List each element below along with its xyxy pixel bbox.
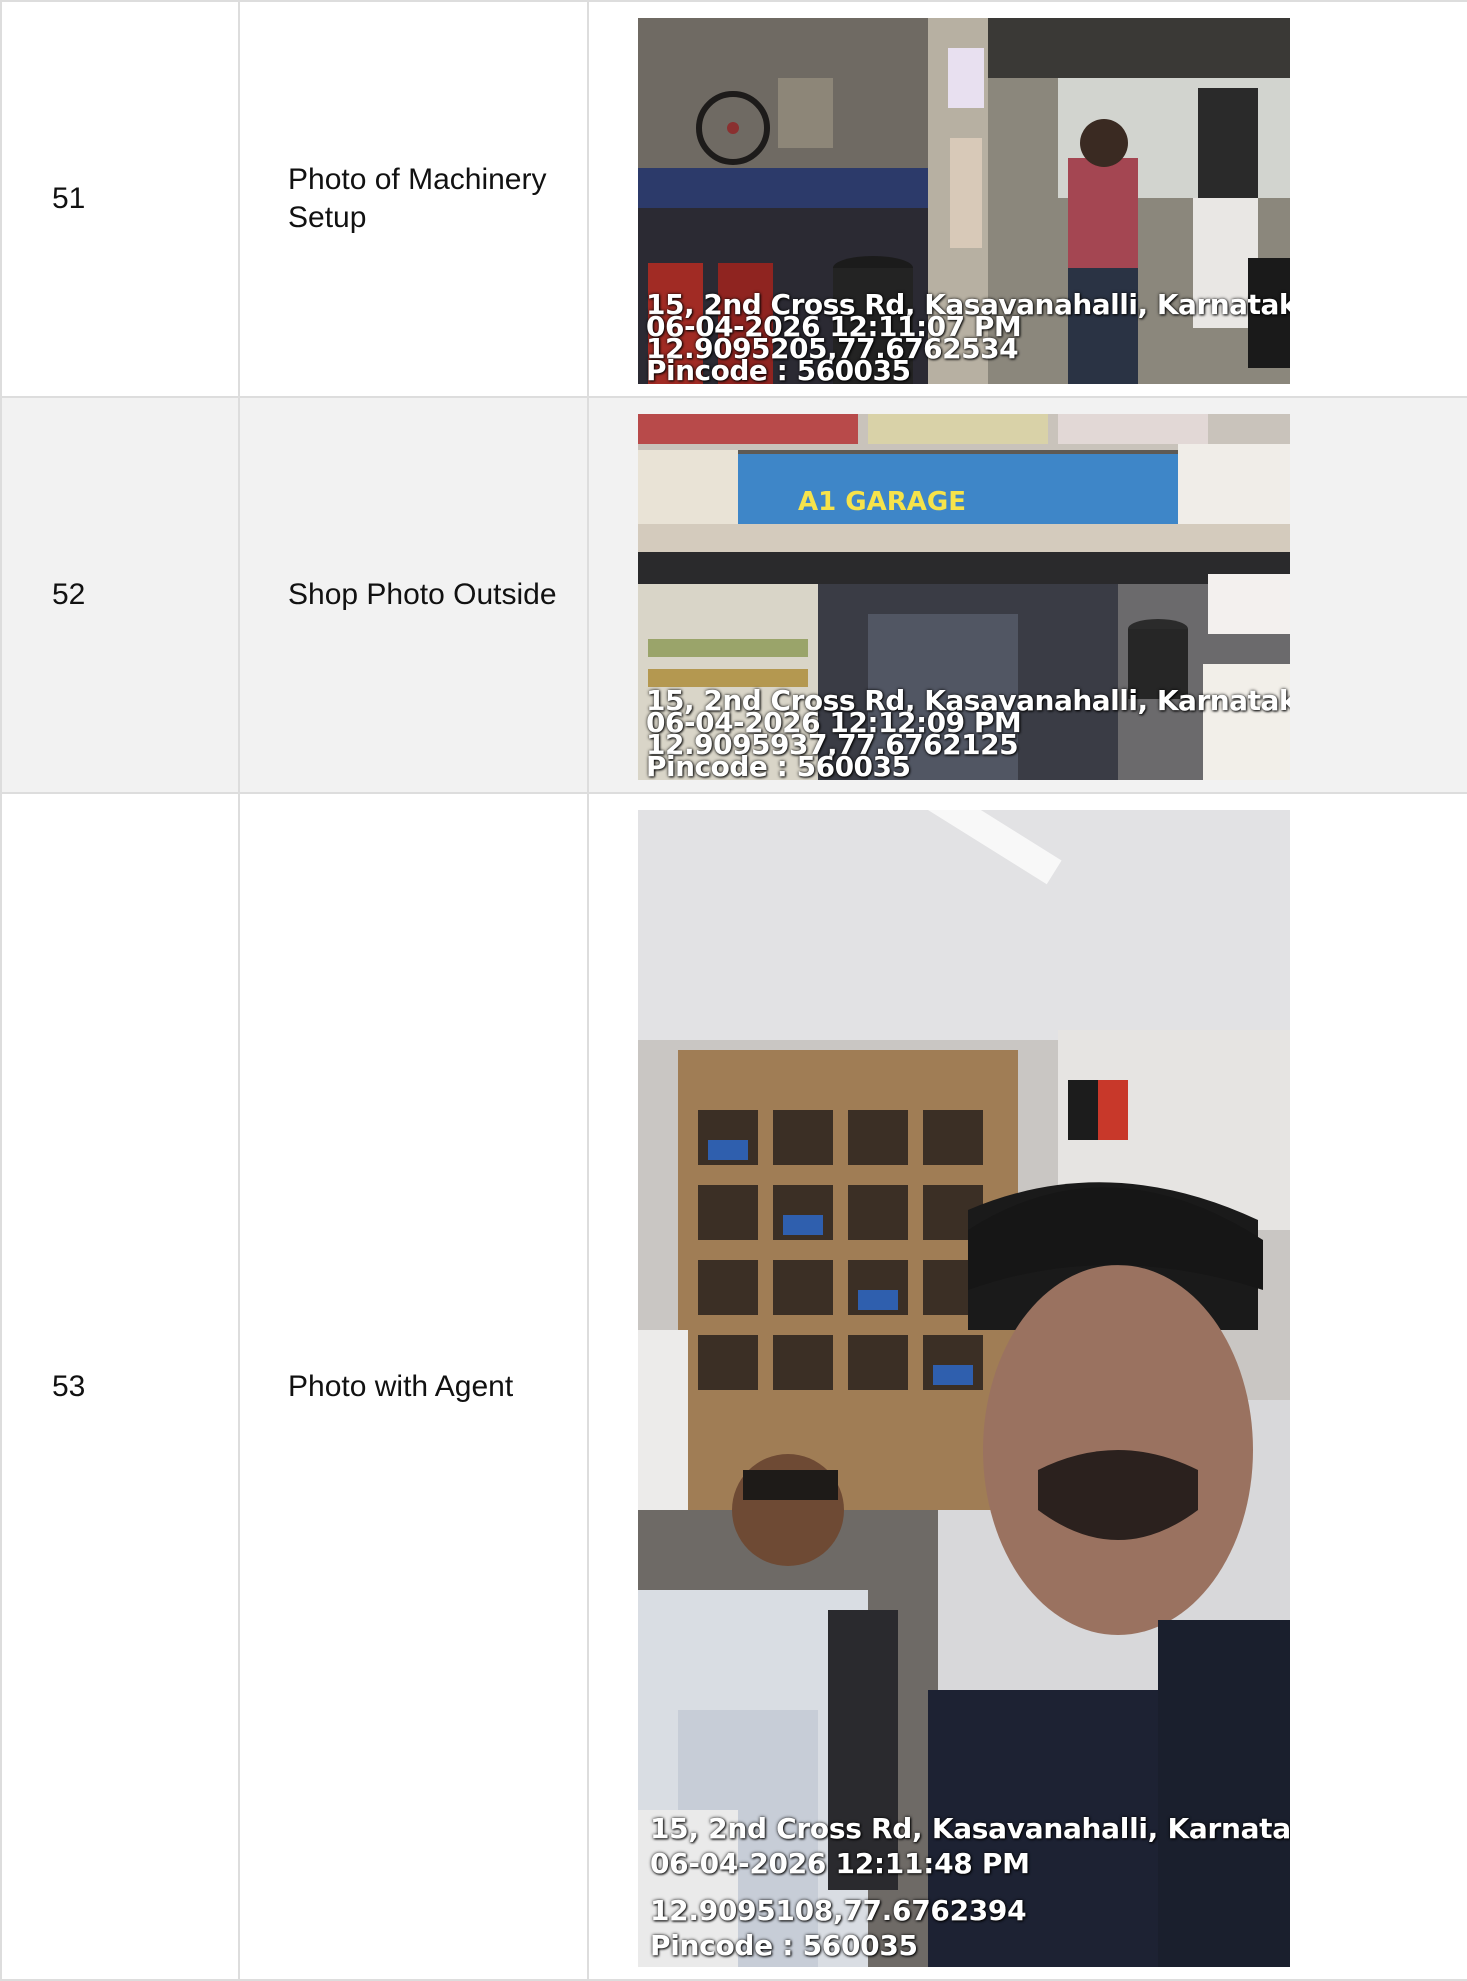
photo-cell: 15, 2nd Cross Rd, Kasavanahalli, Karnata… — [587, 0, 1467, 398]
row-label: Photo of Machinery Setup — [238, 0, 589, 398]
agent-selfie-scene — [638, 810, 1290, 1967]
row-number: 52 — [0, 396, 240, 794]
photo-cell: 15, 2nd Cross Rd, Kasavanahalli, Karnata… — [587, 792, 1467, 1981]
photo-cell: A1 GARAGE 15, 2nd Cross Rd, Kasavanahall… — [587, 396, 1467, 794]
geotag-overlay: 15, 2nd Cross Rd, Kasavanahalli, Karnata… — [646, 291, 1290, 385]
geotag-timestamp: 06-04-2026 12:11:48 PM — [650, 1847, 1030, 1880]
table-row: 52 Shop Photo Outside A1 GARAGE 15, 2nd … — [0, 396, 1467, 794]
shop-outside-photo: A1 GARAGE 15, 2nd Cross Rd, Kasavanahall… — [638, 414, 1290, 780]
photo-table: 51 Photo of Machinery Setup 15, 2nd Cros… — [0, 0, 1467, 1981]
table-row: 53 Photo with Agent 15, 2nd Cross Rd, Ka… — [0, 792, 1467, 1981]
row-number: 51 — [0, 0, 240, 398]
geotag-overlay: 15, 2nd Cross Rd, Kasavanahalli, Karnata… — [646, 687, 1290, 781]
row-number: 53 — [0, 792, 240, 1981]
geotag-address: 15, 2nd Cross Rd, Kasavanahalli, Karnata… — [650, 1812, 1290, 1845]
machinery-photo: 15, 2nd Cross Rd, Kasavanahalli, Karnata… — [638, 18, 1290, 384]
row-label: Shop Photo Outside — [238, 396, 589, 794]
row-label: Photo with Agent — [238, 792, 589, 1981]
table-row: 51 Photo of Machinery Setup 15, 2nd Cros… — [0, 0, 1467, 398]
geotag-pincode: Pincode : 560035 — [650, 1929, 918, 1962]
geotag-overlay: 15, 2nd Cross Rd, Kasavanahalli, Karnata… — [650, 1811, 1290, 1963]
agent-photo: 15, 2nd Cross Rd, Kasavanahalli, Karnata… — [638, 810, 1290, 1967]
shop-sign-text: A1 GARAGE — [798, 487, 966, 517]
geotag-coordinates: 12.9095108,77.6762394 — [650, 1894, 1027, 1927]
